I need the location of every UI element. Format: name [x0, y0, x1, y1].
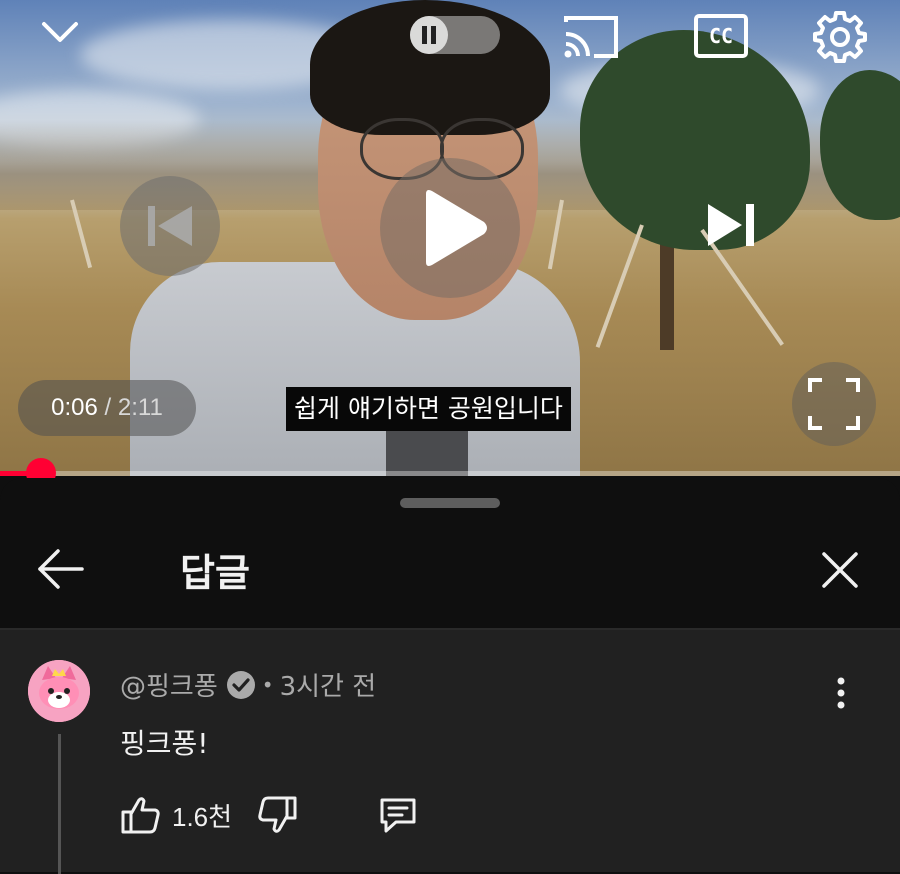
tree-stake: [547, 199, 564, 270]
comment-meta: @핑크퐁 • 3시간 전: [120, 666, 376, 703]
captions-label: CC: [708, 24, 734, 48]
current-time: 0:06: [51, 394, 98, 421]
panel-header: 답글: [0, 526, 900, 628]
reply-comment-icon[interactable]: [376, 794, 420, 836]
skip-previous-button[interactable]: [120, 176, 220, 276]
pine-tree: [580, 30, 810, 250]
verified-check-icon: [226, 670, 256, 700]
comment-text: 핑크퐁!: [120, 727, 209, 760]
play-button[interactable]: [380, 158, 520, 298]
drag-handle[interactable]: [400, 498, 500, 508]
meta-bullet: •: [261, 672, 274, 697]
thread-line: [58, 734, 61, 874]
play-icon: [426, 190, 487, 266]
replies-panel: 답글 @핑크퐁 • 3시간 전 핑크퐁! 1.6천: [0, 478, 900, 874]
fullscreen-button[interactable]: [792, 362, 876, 446]
subtitle-caption: 쉽게 얘기하면 공원입니다: [286, 387, 571, 431]
chevron-down-icon[interactable]: [40, 16, 80, 50]
captions-button[interactable]: CC: [694, 14, 748, 58]
thumbs-down-icon[interactable]: [256, 794, 298, 836]
time-separator: /: [104, 394, 112, 421]
skip-previous-icon: [148, 206, 192, 246]
arrow-left-icon[interactable]: [36, 546, 86, 592]
parent-comment: @핑크퐁 • 3시간 전 핑크퐁! 1.6천: [0, 630, 900, 874]
comment-author[interactable]: @핑크퐁: [120, 666, 218, 703]
tree-stake: [595, 224, 644, 348]
progress-bar[interactable]: [0, 458, 900, 488]
fullscreen-icon: [808, 378, 860, 430]
avatar[interactable]: [28, 660, 90, 722]
close-icon[interactable]: [820, 550, 860, 590]
thumbs-up-icon[interactable]: [120, 794, 162, 836]
pause-icon: [410, 16, 448, 54]
comment-time: 3시간 전: [279, 672, 377, 702]
skip-next-icon[interactable]: [704, 200, 758, 250]
time-display: 0:06 / 2:11: [18, 380, 196, 436]
video-player[interactable]: CC 0:06 / 2:11 쉽게 얘기하면 공원입니다: [0, 0, 900, 476]
like-count: 1.6천: [172, 801, 233, 832]
cast-icon[interactable]: [562, 12, 620, 62]
comment-actions: 1.6천: [120, 790, 420, 840]
gear-icon[interactable]: [812, 8, 868, 64]
more-vertical-icon[interactable]: [826, 674, 856, 714]
autoplay-toggle[interactable]: [410, 16, 500, 54]
pink-fox-avatar-icon: [28, 660, 90, 722]
panel-title: 답글: [180, 551, 250, 595]
duration: 2:11: [117, 394, 163, 421]
